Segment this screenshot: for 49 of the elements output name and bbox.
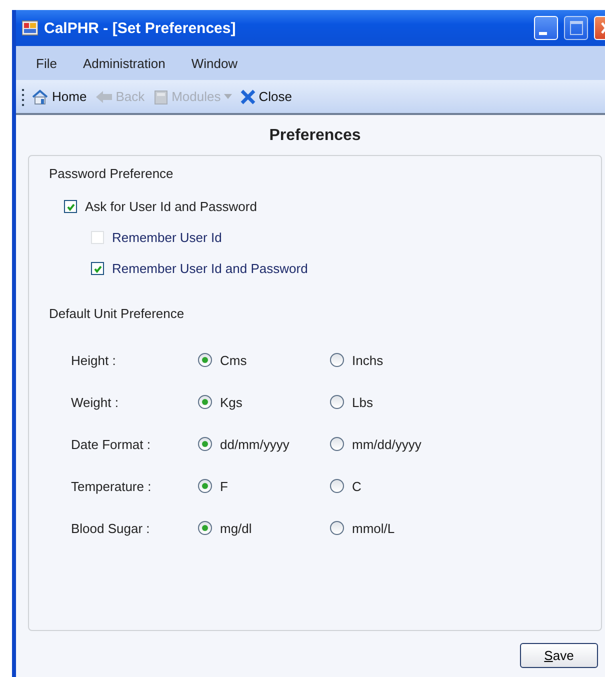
radio-button[interactable] [330,395,344,409]
radio-button[interactable] [330,479,344,493]
radio-button[interactable] [198,521,212,535]
radio-button[interactable] [198,437,212,451]
checkbox[interactable] [91,262,104,275]
checkbox-label[interactable]: Ask for User Id and Password [85,199,257,214]
save-button[interactable]: Save [520,643,598,668]
caret-icon [224,94,232,99]
menu-item[interactable]: Administration [82,56,166,70]
toolbar-grip-icon[interactable] [22,88,25,106]
radio-label[interactable]: Inchs [352,352,384,368]
toolbar-button[interactable]: Home [29,86,89,106]
maximize-button[interactable] [564,16,588,40]
radio-button[interactable] [330,521,344,535]
radio-label[interactable]: Lbs [352,394,373,410]
home-icon [31,88,49,104]
field-label: Temperature : [70,478,152,494]
minimize-button[interactable] [534,16,558,40]
radio-label[interactable]: mm/dd/yyyy [352,436,422,452]
radio-label[interactable]: C [352,478,362,494]
modules-icon [152,88,169,104]
field-label: Weight : [70,394,120,410]
checkbox-label[interactable]: Remember User Id and Password [112,261,308,276]
radio-label[interactable]: Kgs [220,394,242,410]
section-title: Default Unit Preference [49,306,186,321]
field-label: Date Format : [70,436,152,452]
radio-label[interactable]: mg/dl [220,520,252,536]
field-label: Height : [70,352,117,368]
app-icon [22,20,38,36]
window-title: CalPHR - [Set Preferences] [44,20,236,36]
back-arrow-icon [94,90,113,104]
section-title: Password Preference [49,166,174,181]
menu-item[interactable]: Window [191,56,238,70]
radio-button[interactable] [198,353,212,367]
menu-item[interactable]: File [36,56,57,70]
checkbox-label[interactable]: Remember User Id [112,230,222,245]
radio-button[interactable] [330,437,344,451]
radio-label[interactable]: F [220,478,228,494]
checkbox[interactable] [64,200,77,213]
page-heading: Preferences [268,126,362,146]
radio-button[interactable] [330,353,344,367]
toolbar-button[interactable]: Close [238,86,294,106]
radio-label[interactable]: dd/mm/yyyy [220,436,290,452]
close-icon [240,88,256,104]
radio-button[interactable] [198,479,212,493]
radio-button[interactable] [198,395,212,409]
radio-label[interactable]: mmol/L [352,520,395,536]
field-label: Blood Sugar : [70,520,151,536]
radio-label[interactable]: Cms [220,352,247,368]
